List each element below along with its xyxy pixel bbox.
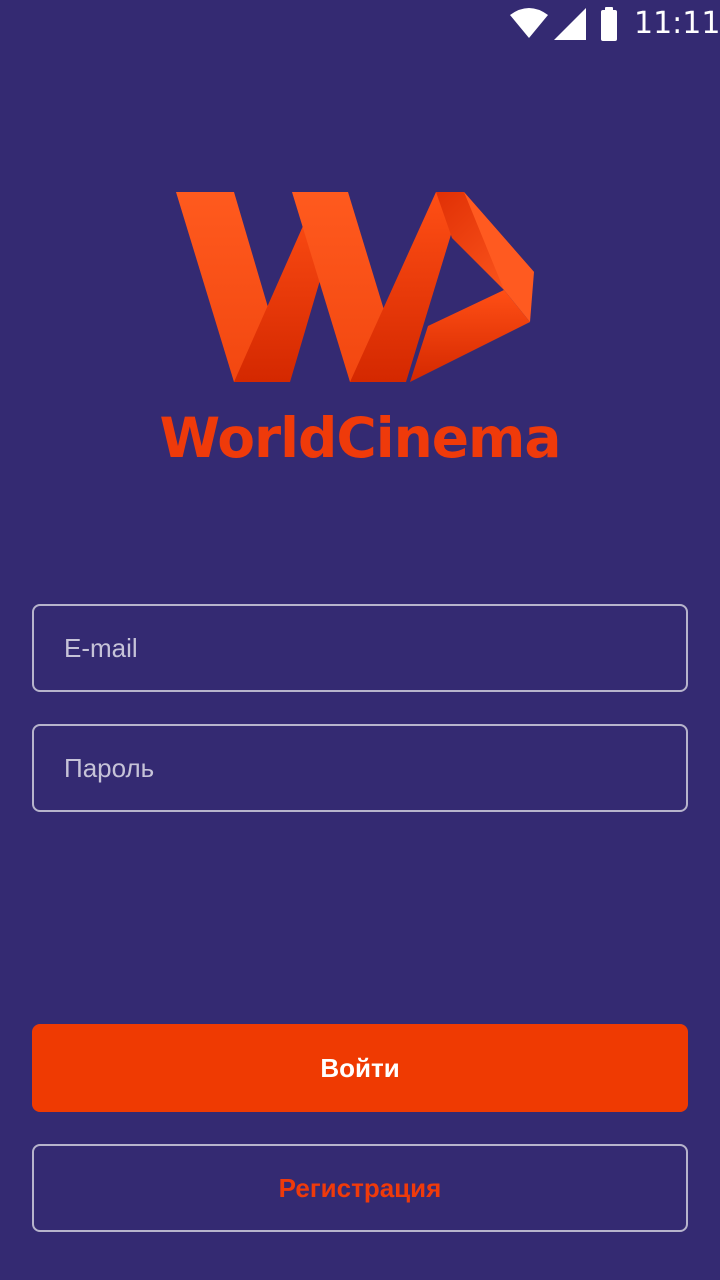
email-input[interactable] <box>34 606 686 690</box>
worldcinema-logo <box>176 192 534 382</box>
email-field[interactable] <box>32 604 688 692</box>
status-bar: 11:11 <box>0 0 720 48</box>
register-button[interactable]: Регистрация <box>32 1144 688 1232</box>
wifi-icon <box>510 8 548 38</box>
battery-icon <box>601 7 617 41</box>
signal-icon <box>554 8 586 40</box>
brand-name: WorldCinema <box>159 406 562 470</box>
login-button[interactable]: Войти <box>32 1024 688 1112</box>
status-time: 11:11 <box>634 6 720 41</box>
login-button-label: Войти <box>320 1052 400 1083</box>
register-button-label: Регистрация <box>278 1172 442 1203</box>
password-field[interactable] <box>32 724 688 812</box>
password-input[interactable] <box>34 726 686 810</box>
